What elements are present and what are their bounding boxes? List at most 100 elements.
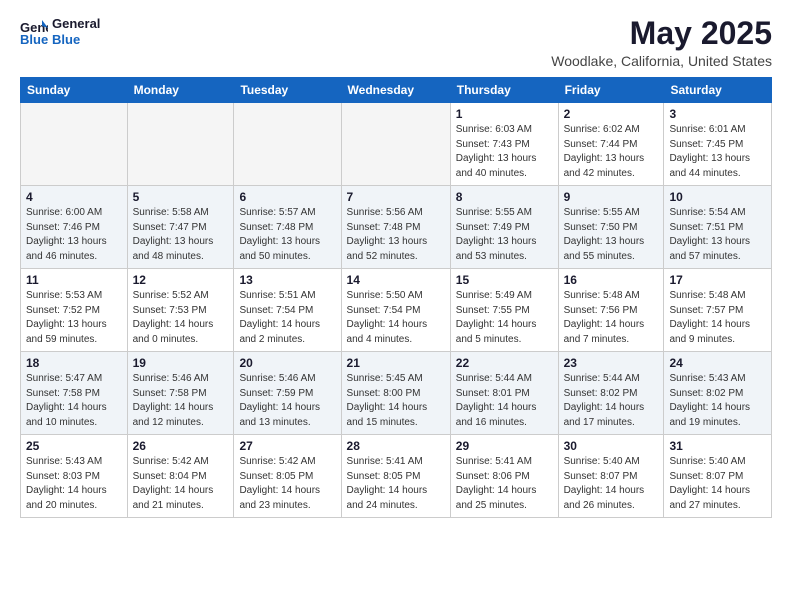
calendar-cell: 25 Sunrise: 5:43 AM Sunset: 8:03 PM Dayli… [21,435,128,518]
day-number: 7 [347,190,445,204]
calendar-cell: 11Sunrise: 5:53 AM Sunset: 7:52 PM Dayli… [21,269,128,352]
calendar-cell: 8Sunrise: 5:55 AM Sunset: 7:49 PM Daylig… [450,186,558,269]
day-number: 13 [239,273,335,287]
day-info: Sunrise: 5:51 AM Sunset: 7:54 PM Dayligh… [239,289,335,347]
day-info: Sunrise: 5:40 AM Sunset: 8:07 PM Dayligh… [564,455,659,513]
calendar-cell [234,103,341,186]
logo-line2: Blue [52,32,100,48]
calendar-week-1: 1 Sunrise: 6:03 AM Sunset: 7:43 PM Daylig… [21,103,772,186]
day-number: 10 [669,190,766,204]
day-info: Sunrise: 5:54 AM Sunset: 7:51 PM Dayligh… [669,206,766,264]
logo-icon: General Blue [20,18,48,46]
day-number: 26 [133,439,229,453]
day-info: Sunrise: 5:53 AM Sunset: 7:52 PM Dayligh… [26,289,122,347]
day-info: Sunrise: 5:46 AM Sunset: 7:59 PM Dayligh… [239,372,335,430]
day-info: Sunrise: 5:44 AM Sunset: 8:01 PM Dayligh… [456,372,553,430]
calendar-cell: 15Sunrise: 5:49 AM Sunset: 7:55 PM Dayli… [450,269,558,352]
calendar-cell: 28Sunrise: 5:41 AM Sunset: 8:05 PM Dayli… [341,435,450,518]
day-number: 31 [669,439,766,453]
day-number: 27 [239,439,335,453]
day-number: 12 [133,273,229,287]
day-info: Sunrise: 5:42 AM Sunset: 8:05 PM Dayligh… [239,455,335,513]
calendar-cell: 20 Sunrise: 5:46 AM Sunset: 7:59 PM Dayli… [234,352,341,435]
calendar-cell: 21 Sunrise: 5:45 AM Sunset: 8:00 PM Dayli… [341,352,450,435]
day-number: 18 [26,356,122,370]
calendar-cell: 19 Sunrise: 5:46 AM Sunset: 7:58 PM Dayli… [127,352,234,435]
calendar-cell: 14 Sunrise: 5:50 AM Sunset: 7:54 PM Dayli… [341,269,450,352]
day-info: Sunrise: 5:57 AM Sunset: 7:48 PM Dayligh… [239,206,335,264]
day-number: 22 [456,356,553,370]
calendar-cell: 10 Sunrise: 5:54 AM Sunset: 7:51 PM Dayli… [664,186,772,269]
day-info: Sunrise: 5:52 AM Sunset: 7:53 PM Dayligh… [133,289,229,347]
day-info: Sunrise: 5:56 AM Sunset: 7:48 PM Dayligh… [347,206,445,264]
day-info: Sunrise: 6:00 AM Sunset: 7:46 PM Dayligh… [26,206,122,264]
day-info: Sunrise: 6:02 AM Sunset: 7:44 PM Dayligh… [564,123,659,181]
day-number: 14 [347,273,445,287]
svg-text:Blue: Blue [20,32,48,46]
day-info: Sunrise: 5:41 AM Sunset: 8:05 PM Dayligh… [347,455,445,513]
day-number: 16 [564,273,659,287]
page: General Blue General Blue May 2025 Woodl… [0,0,792,612]
header-cell-thursday: Thursday [450,78,558,103]
calendar-cell [341,103,450,186]
calendar-cell: 4 Sunrise: 6:00 AM Sunset: 7:46 PM Daylig… [21,186,128,269]
day-number: 5 [133,190,229,204]
title-block: May 2025 Woodlake, California, United St… [551,16,772,69]
day-info: Sunrise: 5:46 AM Sunset: 7:58 PM Dayligh… [133,372,229,430]
day-info: Sunrise: 6:03 AM Sunset: 7:43 PM Dayligh… [456,123,553,181]
calendar-cell: 31 Sunrise: 5:40 AM Sunset: 8:07 PM Dayli… [664,435,772,518]
logo-line1: General [52,16,100,32]
day-number: 4 [26,190,122,204]
header: General Blue General Blue May 2025 Woodl… [20,16,772,69]
calendar-cell: 5Sunrise: 5:58 AM Sunset: 7:47 PM Daylig… [127,186,234,269]
subtitle: Woodlake, California, United States [551,53,772,69]
day-number: 8 [456,190,553,204]
day-info: Sunrise: 5:43 AM Sunset: 8:03 PM Dayligh… [26,455,122,513]
day-info: Sunrise: 5:44 AM Sunset: 8:02 PM Dayligh… [564,372,659,430]
day-info: Sunrise: 5:50 AM Sunset: 7:54 PM Dayligh… [347,289,445,347]
day-number: 3 [669,107,766,121]
day-number: 17 [669,273,766,287]
day-number: 23 [564,356,659,370]
day-info: Sunrise: 5:47 AM Sunset: 7:58 PM Dayligh… [26,372,122,430]
day-number: 21 [347,356,445,370]
header-cell-monday: Monday [127,78,234,103]
day-number: 9 [564,190,659,204]
header-cell-wednesday: Wednesday [341,78,450,103]
day-number: 24 [669,356,766,370]
calendar-cell: 22 Sunrise: 5:44 AM Sunset: 8:01 PM Dayli… [450,352,558,435]
calendar-cell: 6 Sunrise: 5:57 AM Sunset: 7:48 PM Daylig… [234,186,341,269]
day-number: 19 [133,356,229,370]
day-number: 20 [239,356,335,370]
calendar-cell: 17 Sunrise: 5:48 AM Sunset: 7:57 PM Dayli… [664,269,772,352]
day-number: 1 [456,107,553,121]
calendar-cell [21,103,128,186]
day-info: Sunrise: 5:42 AM Sunset: 8:04 PM Dayligh… [133,455,229,513]
calendar-cell: 23 Sunrise: 5:44 AM Sunset: 8:02 PM Dayli… [558,352,664,435]
day-info: Sunrise: 6:01 AM Sunset: 7:45 PM Dayligh… [669,123,766,181]
calendar-week-4: 18 Sunrise: 5:47 AM Sunset: 7:58 PM Dayli… [21,352,772,435]
calendar-week-2: 4 Sunrise: 6:00 AM Sunset: 7:46 PM Daylig… [21,186,772,269]
calendar-header-row: SundayMondayTuesdayWednesdayThursdayFrid… [21,78,772,103]
calendar-cell: 13 Sunrise: 5:51 AM Sunset: 7:54 PM Dayli… [234,269,341,352]
day-number: 2 [564,107,659,121]
header-cell-friday: Friday [558,78,664,103]
day-info: Sunrise: 5:48 AM Sunset: 7:57 PM Dayligh… [669,289,766,347]
day-number: 29 [456,439,553,453]
day-info: Sunrise: 5:40 AM Sunset: 8:07 PM Dayligh… [669,455,766,513]
main-title: May 2025 [551,16,772,51]
calendar-cell: 24Sunrise: 5:43 AM Sunset: 8:02 PM Dayli… [664,352,772,435]
calendar-cell: 9 Sunrise: 5:55 AM Sunset: 7:50 PM Daylig… [558,186,664,269]
day-number: 6 [239,190,335,204]
day-number: 15 [456,273,553,287]
calendar-cell: 30Sunrise: 5:40 AM Sunset: 8:07 PM Dayli… [558,435,664,518]
calendar-cell: 27 Sunrise: 5:42 AM Sunset: 8:05 PM Dayli… [234,435,341,518]
header-cell-sunday: Sunday [21,78,128,103]
day-number: 25 [26,439,122,453]
logo: General Blue General Blue [20,16,100,47]
day-info: Sunrise: 5:55 AM Sunset: 7:50 PM Dayligh… [564,206,659,264]
calendar-table: SundayMondayTuesdayWednesdayThursdayFrid… [20,77,772,518]
calendar-cell: 18 Sunrise: 5:47 AM Sunset: 7:58 PM Dayli… [21,352,128,435]
day-info: Sunrise: 5:45 AM Sunset: 8:00 PM Dayligh… [347,372,445,430]
calendar-cell: 7 Sunrise: 5:56 AM Sunset: 7:48 PM Daylig… [341,186,450,269]
